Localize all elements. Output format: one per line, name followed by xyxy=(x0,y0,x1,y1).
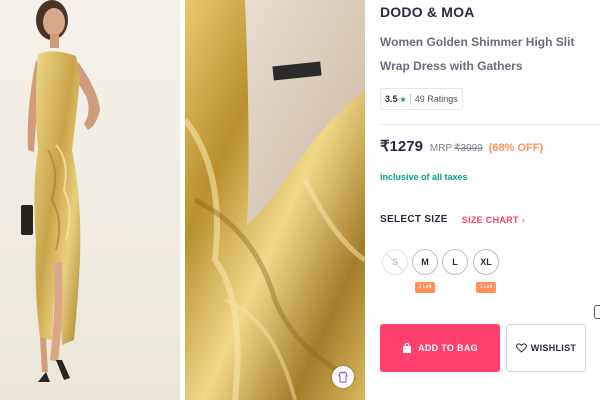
mrp-value: ₹3999 xyxy=(454,143,483,154)
product-info-panel: DODO & MOA Women Golden Shimmer High Sli… xyxy=(380,0,600,400)
discount-percent: (68% OFF) xyxy=(488,142,544,154)
size-option-l[interactable]: L xyxy=(442,249,468,275)
wishlist-button[interactable]: WISHLIST xyxy=(506,324,586,372)
product-title: Women Golden Shimmer High Slit Wrap Dres… xyxy=(380,35,575,73)
size-header: SELECT SIZE SIZE CHART › xyxy=(380,214,525,225)
add-to-bag-button[interactable]: ADD TO BAG xyxy=(380,324,500,372)
rating-value: 3.5 xyxy=(385,94,398,104)
product-image-model[interactable] xyxy=(0,0,180,400)
chevron-right-icon: › xyxy=(521,214,525,225)
size-option-m[interactable]: M xyxy=(412,249,438,275)
side-tab-icon[interactable] xyxy=(594,305,600,319)
size-option-xl[interactable]: XL xyxy=(473,249,499,275)
size-options: S M 1 Left L XL 1 Left xyxy=(380,249,600,299)
price-row: ₹1279 MRP ₹3999 (68% OFF) xyxy=(380,137,543,155)
size-chart-link[interactable]: SIZE CHART xyxy=(462,215,519,225)
product-image-fabric-detail[interactable] xyxy=(185,0,365,400)
rating-badge[interactable]: 3.5 ★ 49 Ratings xyxy=(380,88,463,110)
rating-separator xyxy=(409,94,411,104)
selling-price: ₹1279 xyxy=(380,138,423,155)
select-size-title: SELECT SIZE xyxy=(380,214,448,225)
hanger-icon[interactable] xyxy=(332,366,354,388)
add-to-bag-label: ADD TO BAG xyxy=(418,343,478,353)
size-option-s[interactable]: S xyxy=(382,249,408,275)
tax-note: inclusive of all taxes xyxy=(380,172,468,182)
wishlist-label: WISHLIST xyxy=(530,343,577,353)
brand-name[interactable]: DODO & MOA xyxy=(380,4,475,20)
mrp-label: MRP xyxy=(429,143,453,154)
rating-count: 49 Ratings xyxy=(414,94,458,104)
model-photo xyxy=(21,0,100,382)
stock-badge-m: 1 Left xyxy=(415,282,435,293)
divider xyxy=(380,124,600,125)
fabric-photo xyxy=(185,0,365,400)
star-icon: ★ xyxy=(399,94,407,104)
bag-icon xyxy=(402,342,412,354)
stock-badge-xl: 1 Left xyxy=(476,282,496,293)
heart-icon xyxy=(515,343,527,353)
